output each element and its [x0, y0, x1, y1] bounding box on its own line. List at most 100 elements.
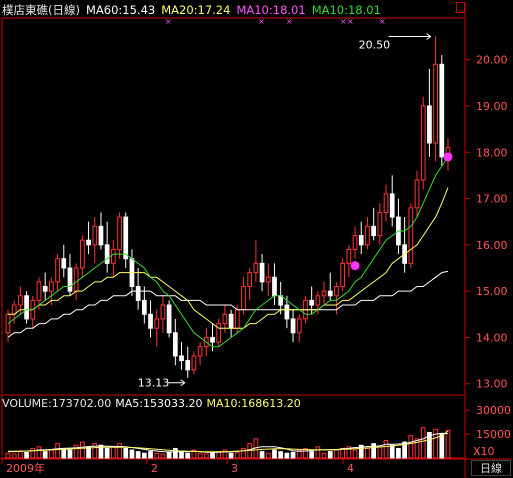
- volume-bar: [123, 447, 129, 459]
- volume-bar: [241, 447, 246, 459]
- volume-bar: [228, 452, 234, 459]
- volume-bar: [141, 452, 147, 459]
- volume-bar: [383, 439, 389, 459]
- volume-bar: [185, 452, 191, 459]
- price-tick-label: 18.00: [476, 146, 508, 159]
- candle-body: [166, 304, 172, 334]
- candle-body: [247, 272, 253, 288]
- candle-body: [290, 318, 296, 334]
- candle-body: [18, 295, 23, 306]
- candle-body: [191, 355, 197, 371]
- period-button[interactable]: 日線: [471, 460, 511, 476]
- volume-ma10-value: MA10:168613.20: [206, 397, 301, 410]
- candle-body: [24, 295, 29, 320]
- ma20-line: [8, 187, 449, 329]
- volume-bar: [334, 449, 339, 459]
- price-tick-label: 19.00: [476, 100, 508, 113]
- candle-body: [55, 258, 60, 283]
- volume-bar: [327, 451, 333, 459]
- volume-bar: [265, 452, 271, 459]
- candle-body: [222, 313, 228, 325]
- signal-x-mark: ×: [286, 17, 293, 26]
- volume-bar: [272, 449, 277, 459]
- signal-x-mark: ×: [258, 17, 265, 26]
- candle-body: [265, 276, 271, 283]
- volume-tick-label: 30000: [476, 404, 511, 417]
- candle-body: [327, 290, 333, 297]
- price-tick-label: 14.00: [476, 331, 508, 344]
- volume-bar: [117, 443, 122, 459]
- volume-bar: [30, 447, 36, 459]
- candle-body: [117, 216, 122, 250]
- volume-bar: [67, 449, 73, 459]
- volume-bar: [154, 452, 160, 459]
- candle-body: [284, 304, 290, 320]
- candle-body: [172, 332, 178, 357]
- volume-bar: [36, 446, 42, 459]
- volume-bar: [210, 452, 215, 459]
- candle-body: [185, 360, 191, 371]
- candle-body: [315, 295, 321, 306]
- candle-body: [154, 318, 160, 329]
- high-label: 20.50: [359, 39, 391, 52]
- candle-body: [389, 193, 395, 218]
- signal-marker: [443, 152, 453, 162]
- candle-body: [61, 258, 67, 269]
- time-tick-label: 2009年: [6, 461, 45, 475]
- candle-body: [352, 235, 358, 250]
- candle-body: [321, 290, 327, 297]
- volume-bar: [309, 451, 315, 459]
- volume-bar: [135, 451, 141, 459]
- volume-bar: [234, 451, 240, 459]
- candle-body: [334, 286, 339, 297]
- chart-frame: [1, 17, 466, 459]
- candle-body: [259, 262, 265, 283]
- candle-body: [36, 281, 42, 301]
- candle-body: [160, 304, 166, 320]
- volume-bar: [290, 451, 296, 459]
- volume-bar: [197, 452, 203, 459]
- signal-x-mark: ×: [340, 17, 347, 26]
- candle-body: [110, 248, 116, 264]
- volume-bar: [203, 453, 209, 459]
- volume-tick-label: 15000: [476, 428, 511, 441]
- ma10-line: [7, 156, 449, 348]
- price-tick-label: 13.00: [476, 378, 508, 391]
- volume-bar: [110, 446, 116, 459]
- volume-bar: [389, 444, 395, 459]
- volume-bar: [80, 441, 85, 459]
- volume-bar: [24, 451, 29, 459]
- candle-body: [86, 239, 91, 246]
- candle-body: [253, 262, 259, 274]
- volume-bar: [396, 447, 401, 459]
- volume-bar: [166, 451, 172, 459]
- signal-x-mark: ×: [379, 17, 386, 26]
- candle-body: [98, 225, 104, 246]
- time-tick-label: 3: [231, 462, 238, 475]
- price-tick-label: 17.00: [476, 193, 508, 206]
- candle-body: [346, 248, 352, 264]
- volume-bar: [278, 451, 284, 459]
- volume-header: VOLUME:173702.00 MA5:153033.20 MA10:168613…: [2, 397, 305, 410]
- candle-body: [104, 244, 110, 264]
- candle-body: [358, 235, 364, 246]
- candle-body: [241, 286, 246, 311]
- volume-bar: [55, 443, 60, 459]
- volume-bar: [11, 453, 17, 459]
- candle-body: [141, 299, 147, 315]
- candle-body: [234, 309, 240, 329]
- volume-ma5-value: MA5:153033.20: [115, 397, 203, 410]
- volume-unit-label: X10: [473, 445, 495, 458]
- candle-body: [427, 105, 432, 144]
- price-tick-label: 15.00: [476, 285, 508, 298]
- candle-body: [365, 225, 370, 246]
- candle-body: [340, 262, 346, 288]
- volume-bar: [259, 451, 265, 459]
- candle-body: [371, 225, 376, 237]
- volume-bar: [420, 427, 426, 459]
- volume-bar: [129, 449, 135, 459]
- volume-bar: [321, 452, 327, 459]
- volume-bar: [148, 451, 153, 459]
- candle-body: [179, 355, 184, 362]
- volume-bar: [172, 447, 178, 459]
